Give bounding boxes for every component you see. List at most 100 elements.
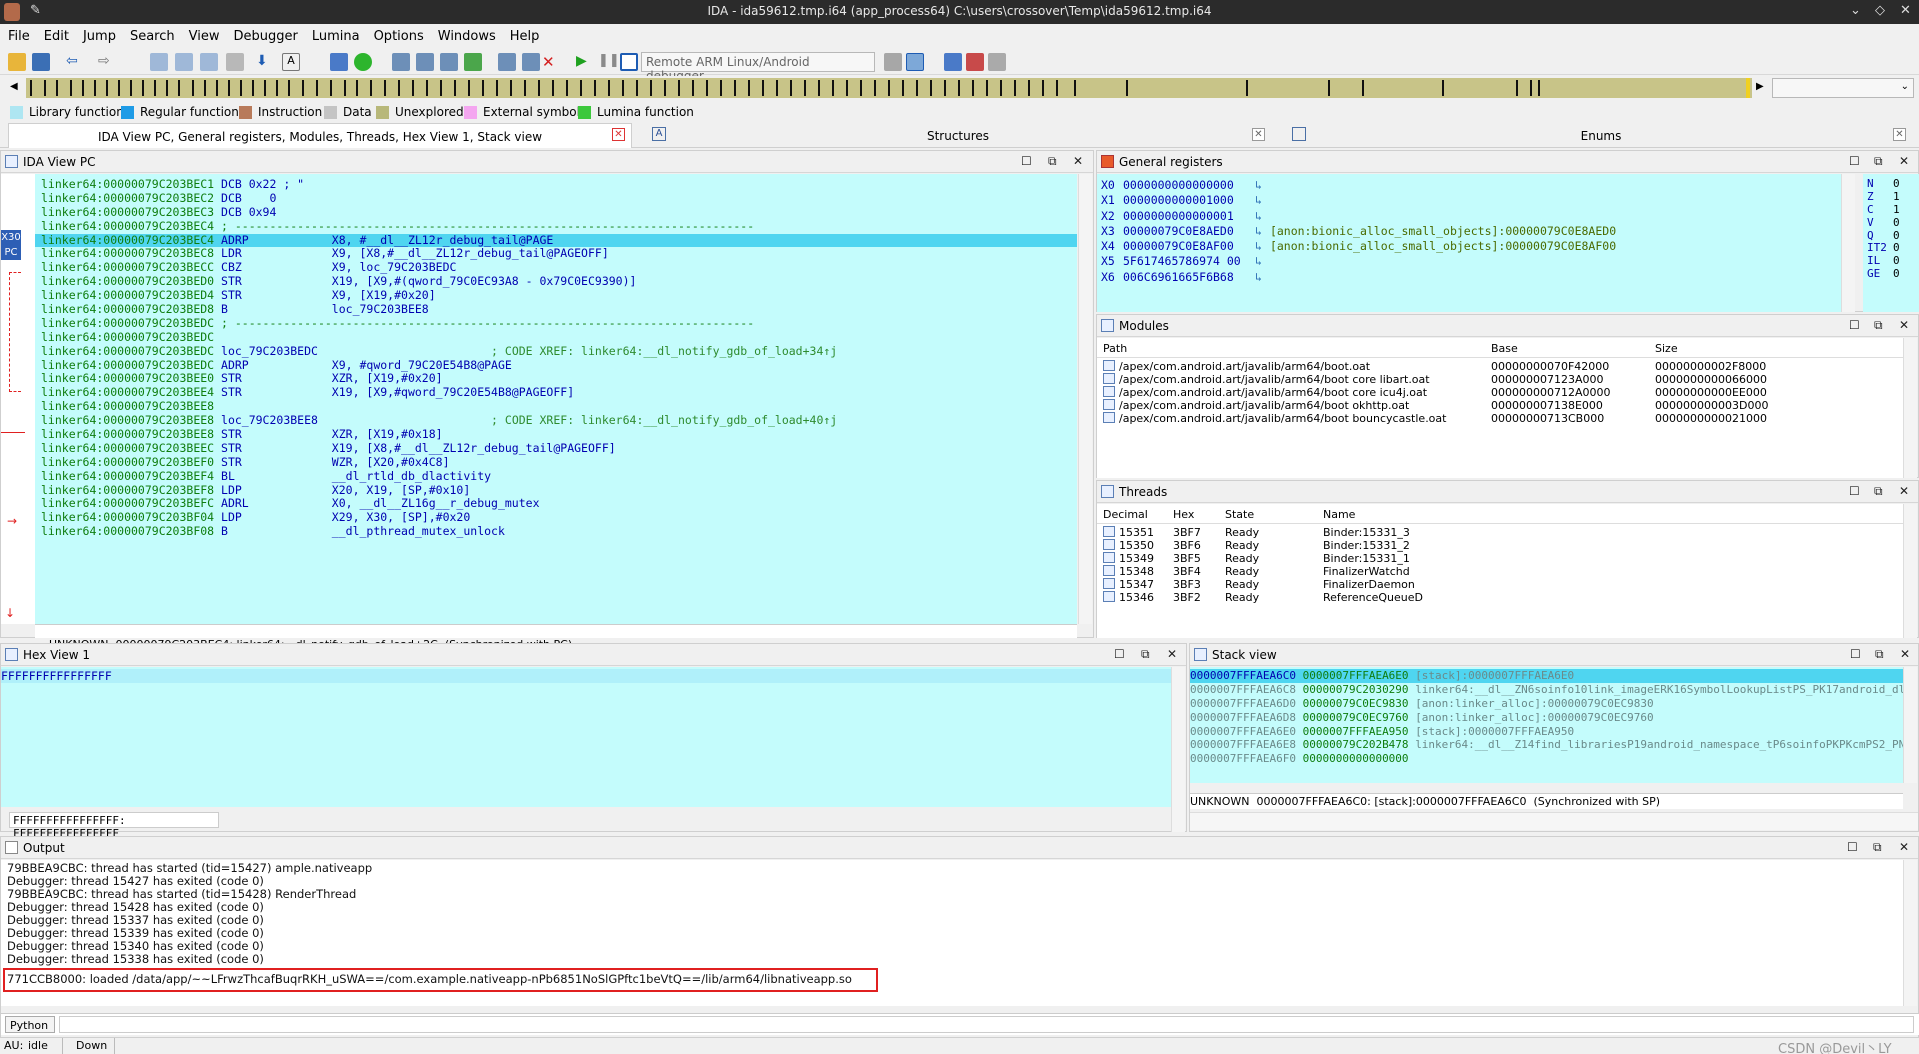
- search-immediate-icon[interactable]: [200, 53, 218, 71]
- modules-float-icon[interactable]: ⧉: [1874, 318, 1883, 333]
- stack-scrollbar[interactable]: [1903, 667, 1917, 783]
- disasm-line[interactable]: linker64:00000079C203BEC2 DCB 0: [35, 191, 1077, 206]
- hex-close-icon[interactable]: ✕: [1167, 647, 1177, 661]
- back-icon[interactable]: ⇦: [66, 53, 84, 71]
- thread-row[interactable]: 15351 3BF7 Ready Binder:15331_3: [1097, 526, 1903, 539]
- disasm-line[interactable]: linker64:00000079C203BEC4 ; ------------…: [35, 219, 1077, 234]
- menu-help[interactable]: Help: [502, 24, 546, 44]
- pause-icon[interactable]: ❚❚: [598, 53, 620, 71]
- jump-arrow-icon[interactable]: ↳: [1255, 224, 1262, 238]
- disasm-line[interactable]: linker64:00000079C203BF04 LDP X29, X30, …: [35, 510, 1077, 525]
- jump-arrow-icon[interactable]: ↳: [1255, 239, 1262, 253]
- disasm-line[interactable]: linker64:00000079C203BEE8: [35, 399, 1077, 414]
- thread-row[interactable]: 15348 3BF4 Ready FinalizerWatchd: [1097, 565, 1903, 578]
- save-icon[interactable]: [32, 53, 50, 71]
- green-dot-icon[interactable]: [354, 53, 372, 71]
- debugger-options-icon[interactable]: [884, 53, 902, 71]
- panel-float-icon[interactable]: ⧉: [1048, 154, 1057, 169]
- menu-search[interactable]: Search: [122, 24, 181, 44]
- minimize-icon[interactable]: ⌄: [1850, 3, 1861, 18]
- disasm-line[interactable]: linker64:00000079C203BEF0 STR WZR, [X20,…: [35, 455, 1077, 470]
- flag-row[interactable]: GE 0: [1867, 267, 1919, 281]
- menu-file[interactable]: File: [0, 24, 36, 44]
- segment-icon[interactable]: [440, 53, 458, 71]
- disasm-line[interactable]: linker64:00000079C203BEC4 ADRP X8, #__dl…: [35, 233, 1077, 248]
- menu-debugger[interactable]: Debugger: [225, 24, 303, 44]
- stack-hscrollbar[interactable]: [1190, 812, 1918, 830]
- disasm-line[interactable]: linker64:00000079C203BED4 STR X9, [X19,#…: [35, 288, 1077, 303]
- thread-row[interactable]: 15346 3BF2 Ready ReferenceQueueD: [1097, 591, 1903, 604]
- output-float-icon[interactable]: ⧉: [1873, 840, 1882, 855]
- menu-lumina[interactable]: Lumina: [304, 24, 366, 44]
- thread-row[interactable]: 15349 3BF5 Ready Binder:15331_1: [1097, 552, 1903, 565]
- disasm-scrollbar[interactable]: [1078, 174, 1092, 624]
- disasm-line[interactable]: linker64:00000079C203BEDC loc_79C203BEDC…: [35, 344, 1077, 359]
- module-row[interactable]: /apex/com.android.art/javalib/arm64/boot…: [1097, 412, 1903, 425]
- structures-close-icon[interactable]: ✕: [1252, 128, 1265, 141]
- hex-float-icon[interactable]: ⧉: [1141, 647, 1150, 662]
- attach-icon[interactable]: [906, 53, 924, 71]
- stack-row[interactable]: 0000007FFFAEA6E0 0000007FFFAEA950 [stack…: [1190, 725, 1903, 739]
- stack-maximize-icon[interactable]: ☐: [1850, 647, 1861, 661]
- tracing-icon[interactable]: [966, 53, 984, 71]
- register-row[interactable]: X3 00000079C0E8AED0 ↳ [anon:bionic_alloc_sm…: [1101, 224, 1841, 239]
- disassembly-listing[interactable]: linker64:00000079C203BEC1 DCB 0x22 ; " li…: [35, 174, 1077, 624]
- threads-maximize-icon[interactable]: ☐: [1849, 484, 1860, 498]
- data-icon[interactable]: [498, 53, 516, 71]
- jump-down-icon[interactable]: ⬇: [256, 53, 274, 71]
- disasm-line[interactable]: linker64:00000079C203BED8 B loc_79C203BE…: [35, 302, 1077, 317]
- panel-maximize-icon[interactable]: ☐: [1021, 154, 1032, 168]
- tab-structures[interactable]: A Structures: [648, 123, 1268, 148]
- debugger-select[interactable]: Remote ARM Linux/Android debugger: [641, 52, 875, 83]
- stack-row[interactable]: 0000007FFFAEA6C0 0000007FFFAEA6E0 [stack…: [1190, 669, 1903, 683]
- disasm-line[interactable]: linker64:00000079C203BED0 STR X19, [X9,#…: [35, 274, 1077, 289]
- modules-col-path[interactable]: Path: [1103, 342, 1127, 355]
- registers-float-icon[interactable]: ⧉: [1874, 154, 1883, 169]
- nav-zoom-select[interactable]: ⌄: [1772, 78, 1914, 98]
- disasm-line[interactable]: linker64:00000079C203BEE4 STR X19, [X9,#…: [35, 385, 1077, 400]
- graph-icon[interactable]: [330, 53, 348, 71]
- code-icon[interactable]: [464, 53, 482, 71]
- disasm-line[interactable]: linker64:00000079C203BEE0 STR XZR, [X19,…: [35, 372, 1077, 386]
- panel-close-icon[interactable]: ✕: [1073, 154, 1083, 168]
- register-row[interactable]: X6 006C6961665F6B68 ↳: [1101, 270, 1841, 285]
- modules-col-size[interactable]: Size: [1655, 342, 1678, 355]
- register-row[interactable]: X4 00000079C0E8AF00 ↳ [anon:bionic_alloc_sm…: [1101, 239, 1841, 254]
- modules-table[interactable]: Path Base Size /apex/com.android.art/jav…: [1097, 338, 1903, 478]
- close-window-icon[interactable]: ✕: [1900, 3, 1911, 18]
- modules-scrollbar[interactable]: [1903, 338, 1917, 478]
- breakpoints-icon[interactable]: [944, 53, 962, 71]
- menu-windows[interactable]: Windows: [430, 24, 502, 44]
- hex-maximize-icon[interactable]: ☐: [1114, 647, 1125, 661]
- flags-list[interactable]: N 0 Z 1 C 1 V 0 Q 0 IT2 0 IL 0 GE 0: [1863, 174, 1919, 312]
- stack-row[interactable]: 0000007FFFAEA6C8 00000079C2030290 linker…: [1190, 683, 1903, 697]
- disasm-line[interactable]: linker64:00000079C203BEE8 loc_79C203BEE8…: [35, 413, 1077, 428]
- forward-icon[interactable]: ⇨: [98, 53, 116, 71]
- disasm-line[interactable]: linker64:00000079C203BF08 B __dl_pthread…: [35, 524, 1077, 539]
- search-binary-icon[interactable]: [175, 53, 193, 71]
- disasm-line[interactable]: linker64:00000079C203BEC3 DCB 0x94: [35, 205, 1077, 220]
- modules-close-icon[interactable]: ✕: [1899, 318, 1909, 332]
- menu-edit[interactable]: Edit: [36, 24, 75, 44]
- detach-icon[interactable]: [988, 53, 1006, 71]
- undefine-icon[interactable]: ✕: [542, 53, 560, 71]
- jump-arrow-icon[interactable]: ↳: [1255, 193, 1262, 207]
- registers-maximize-icon[interactable]: ☐: [1849, 154, 1860, 168]
- struct-add-icon[interactable]: [392, 53, 410, 71]
- disasm-line[interactable]: linker64:00000079C203BEE8 STR XZR, [X19,…: [35, 427, 1077, 442]
- threads-float-icon[interactable]: ⧉: [1874, 484, 1883, 499]
- disasm-line[interactable]: linker64:00000079C203BEDC ADRP X9, #qwor…: [35, 358, 1077, 373]
- jump-arrow-icon[interactable]: ↳: [1255, 209, 1262, 223]
- jump-arrow-icon[interactable]: ↳: [1255, 178, 1262, 192]
- modules-col-base[interactable]: Base: [1491, 342, 1518, 355]
- maximize-icon[interactable]: ◇: [1875, 3, 1885, 18]
- stack-row[interactable]: 0000007FFFAEA6F0 0000000000000000: [1190, 752, 1903, 766]
- search-next-icon[interactable]: [226, 53, 244, 71]
- threads-col-name[interactable]: Name: [1323, 508, 1355, 521]
- stack-close-icon[interactable]: ✕: [1900, 647, 1910, 661]
- menu-options[interactable]: Options: [366, 24, 430, 44]
- threads-col-decimal[interactable]: Decimal: [1103, 508, 1148, 521]
- threads-col-hex[interactable]: Hex: [1173, 508, 1194, 521]
- output-scrollbar[interactable]: [1903, 860, 1917, 1006]
- nav-right-arrow-icon[interactable]: ▶: [1756, 81, 1764, 92]
